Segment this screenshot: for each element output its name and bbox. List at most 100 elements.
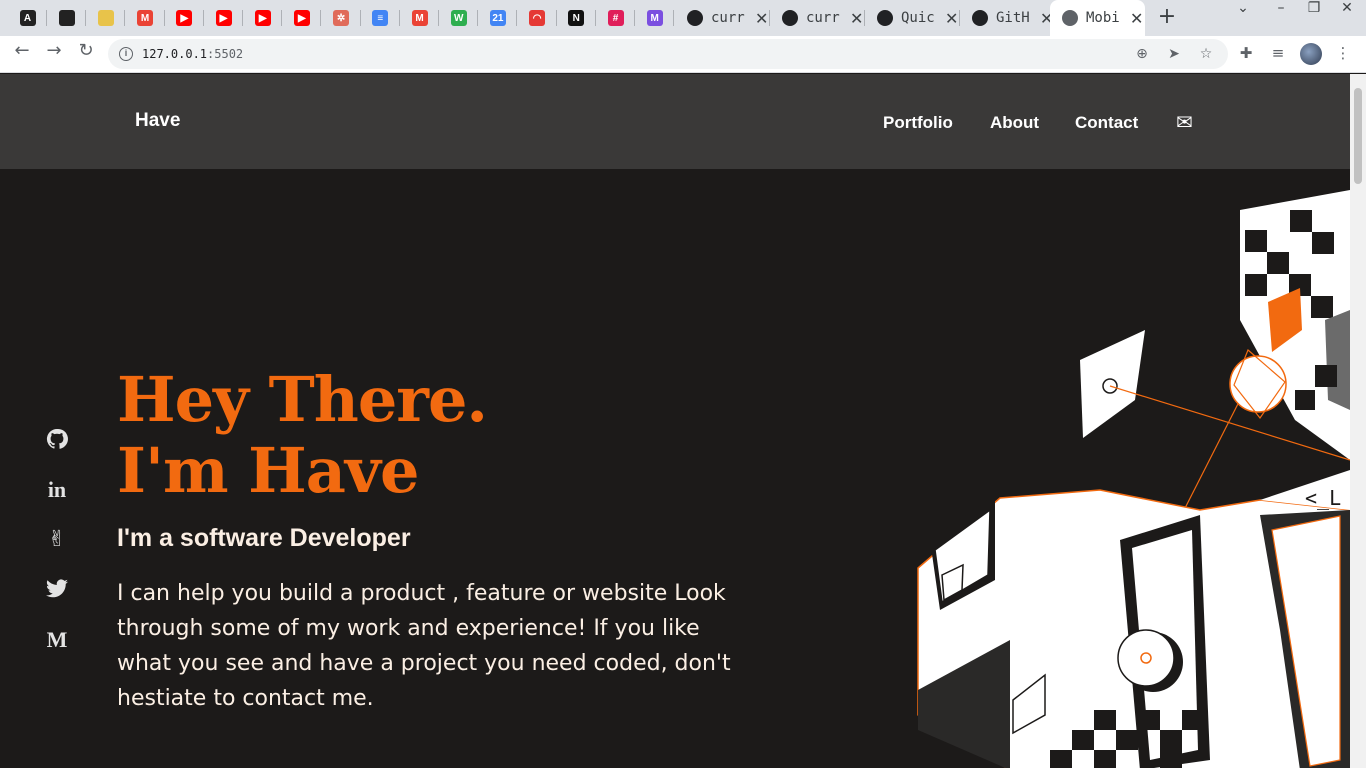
site-info-icon[interactable]: i [119, 47, 133, 61]
pinned-tab[interactable]: N [557, 0, 596, 36]
nav-contact[interactable]: Contact [1075, 113, 1138, 133]
pinned-tab[interactable]: W [439, 0, 479, 36]
nav-about[interactable]: About [990, 113, 1039, 133]
profile-avatar[interactable] [1300, 43, 1322, 65]
url-text: 127.0.0.1:5502 [142, 47, 243, 61]
app-m-icon: M [646, 10, 663, 26]
code-bracket-text: <_L [1305, 486, 1341, 510]
restore-icon[interactable]: ❐ [1297, 0, 1331, 36]
bookmark-star-icon[interactable]: ☆ [1197, 46, 1215, 64]
browser-tab[interactable]: curr ✕ [770, 0, 865, 36]
page-scrollbar[interactable] [1350, 74, 1366, 768]
pinned-tab[interactable]: ▶ [243, 0, 283, 36]
close-tab-icon[interactable]: ✕ [755, 9, 768, 28]
tab-title: Quic [901, 10, 935, 26]
tab-separator [673, 10, 675, 26]
minimize-icon[interactable]: – [1264, 0, 1298, 36]
send-icon[interactable]: ➤ [1165, 46, 1183, 64]
slack-icon: # [607, 10, 624, 26]
pinned-tab[interactable]: ✲ [322, 0, 361, 36]
hero-title-line1: Hey There. [117, 363, 488, 436]
google-calendar-icon: 21 [489, 10, 506, 26]
tab-title: Mobi [1086, 10, 1120, 26]
close-tab-icon[interactable]: ✕ [1130, 9, 1143, 28]
linkedin-glyph: in [47, 477, 67, 502]
hero-subtitle: I'm a software Developer [117, 524, 411, 552]
brand-logo[interactable]: Have [135, 110, 180, 132]
youtube-icon: ▶ [293, 10, 310, 26]
pinned-tab[interactable]: ▶ [165, 0, 204, 36]
pinned-tab[interactable]: 21 [478, 0, 518, 36]
colorful-wheel-icon [97, 10, 114, 26]
url-host: 127.0.0.1 [142, 47, 208, 61]
pinned-tab[interactable] [47, 0, 87, 36]
card-graphic [1080, 330, 1145, 438]
github-icon [877, 10, 893, 26]
browser-tab[interactable]: Quic ✕ [865, 0, 960, 36]
zoom-icon[interactable]: ⊕ [1133, 46, 1151, 64]
angellist-icon[interactable]: ✌ [44, 527, 70, 553]
hero-description: I can help you build a product , feature… [117, 581, 731, 711]
tab-title: curr [711, 10, 745, 26]
tab-search-icon[interactable]: ⌄ [1226, 0, 1260, 36]
browser-tab-active[interactable]: Mobi ✕ [1050, 0, 1145, 36]
browser-tab[interactable]: GitH ✕ [960, 0, 1055, 36]
pinned-tab[interactable]: M [635, 0, 675, 36]
pinned-tab[interactable]: ▶ [204, 0, 243, 36]
globe-icon [1062, 10, 1078, 26]
media-queue-icon[interactable]: ≡ [1268, 44, 1288, 64]
forward-arrow-icon[interactable]: → [40, 40, 68, 68]
medium-glyph: M [46, 627, 68, 652]
kebab-menu-icon[interactable]: ⋮ [1333, 44, 1353, 64]
gmail-icon: M [137, 10, 154, 26]
pinned-tab[interactable]: M [126, 0, 165, 36]
pinned-tab[interactable]: ≡ [361, 0, 400, 36]
envelope-icon[interactable]: ✉ [1176, 110, 1193, 134]
github-icon [782, 10, 798, 26]
pinned-tab[interactable]: ◠ [518, 0, 557, 36]
youtube-icon: ▶ [215, 10, 232, 26]
github-icon [58, 10, 75, 26]
address-bar[interactable]: i 127.0.0.1:5502 ⊕ ➤ ☆ [108, 39, 1228, 69]
youtube-icon: ▶ [176, 10, 193, 26]
wordtune-icon: W [450, 10, 467, 26]
reload-icon[interactable]: ↻ [72, 40, 100, 68]
close-window-icon[interactable]: ✕ [1330, 0, 1364, 36]
openai-icon: ✲ [333, 10, 350, 26]
angellist-glyph: ✌ [47, 527, 67, 552]
hero-illustration: <_L [917, 190, 1350, 768]
page-viewport: Have Portfolio About Contact ✉ in ✌ M He… [0, 74, 1350, 768]
pinned-tab[interactable]: ▶ [282, 0, 322, 36]
notion-icon: N [568, 10, 585, 26]
google-docs-icon: ≡ [372, 10, 389, 26]
medium-icon[interactable]: M [44, 627, 70, 653]
github-icon [687, 10, 703, 26]
pinned-tab[interactable]: A [8, 0, 47, 36]
gauge-icon: ◠ [529, 10, 546, 26]
pinned-tab[interactable]: # [596, 0, 635, 36]
tab-title: GitH [996, 10, 1030, 26]
close-tab-icon[interactable]: ✕ [945, 9, 958, 28]
site-header: Have Portfolio About Contact ✉ [0, 74, 1350, 169]
scrollbar-thumb[interactable] [1354, 88, 1362, 184]
pinned-tab[interactable]: M [400, 0, 439, 36]
gmail-icon: M [411, 10, 428, 26]
tab-title: curr [806, 10, 840, 26]
browser-tab[interactable]: curr ✕ [675, 0, 770, 36]
youtube-icon: ▶ [254, 10, 271, 26]
twitter-icon[interactable] [44, 577, 70, 603]
hero-title-line2: I'm Have [117, 434, 419, 507]
app-a-icon: A [19, 10, 36, 26]
url-port: :5502 [207, 47, 244, 61]
new-tab-button[interactable]: + [1153, 4, 1181, 32]
linkedin-icon[interactable]: in [44, 477, 70, 503]
pinned-tab[interactable] [86, 0, 126, 36]
close-tab-icon[interactable]: ✕ [850, 9, 863, 28]
extensions-puzzle-icon[interactable]: ✚ [1236, 44, 1256, 64]
browser-toolbar: ← → ↻ i 127.0.0.1:5502 ⊕ ➤ ☆ ✚ ≡ ⋮ [0, 36, 1366, 73]
github-icon[interactable] [44, 427, 70, 453]
hero-title: Hey There. I'm Have [117, 363, 488, 507]
back-arrow-icon[interactable]: ← [8, 40, 36, 68]
browser-tabstrip: curr ✕ curr ✕ Quic ✕ GitH ✕ Mobi ✕ + ⌄ –… [0, 0, 1366, 36]
nav-portfolio[interactable]: Portfolio [883, 113, 953, 133]
